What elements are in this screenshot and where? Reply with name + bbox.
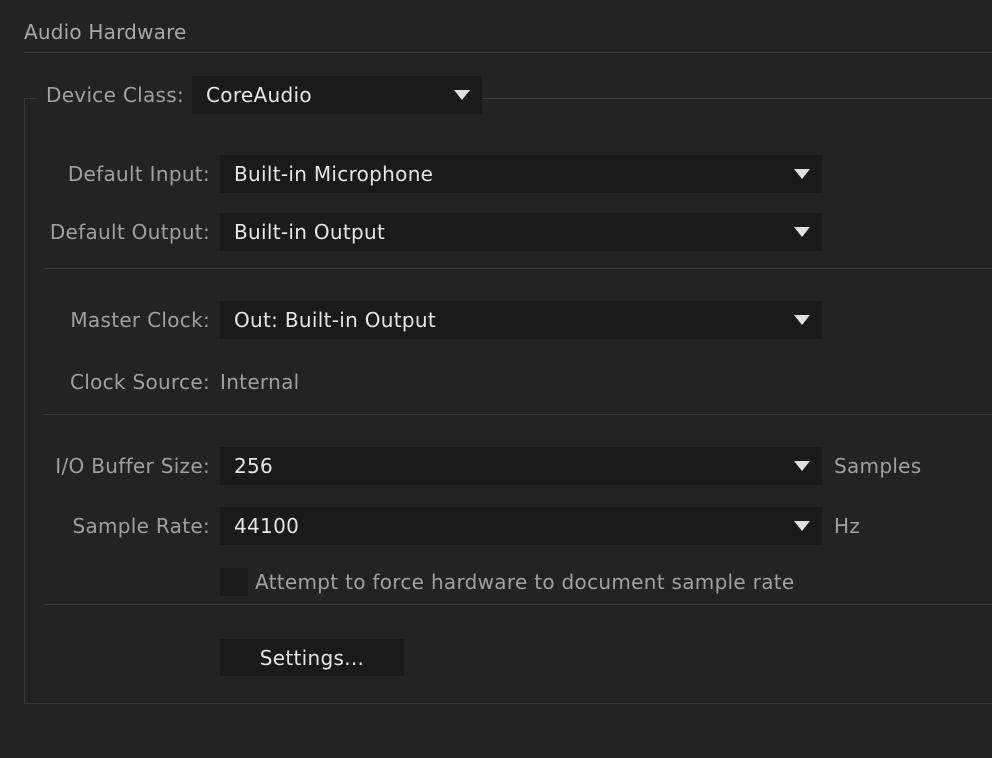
default-output-label: Default Output: [49, 220, 210, 244]
master-clock-label: Master Clock: [70, 308, 210, 332]
default-input-dropdown[interactable]: Built-in Microphone [220, 155, 822, 193]
section-title-divider [24, 52, 992, 53]
settings-button[interactable]: Settings... [220, 639, 404, 676]
sample-rate-label: Sample Rate: [72, 514, 210, 538]
device-class-value: CoreAudio [206, 83, 312, 107]
force-sample-rate-checkbox[interactable] [220, 568, 248, 596]
chevron-down-icon [794, 169, 810, 179]
section-title: Audio Hardware [24, 20, 187, 44]
default-output-dropdown[interactable]: Built-in Output [220, 213, 822, 251]
device-class-row: Device Class: CoreAudio [36, 76, 483, 114]
sample-rate-unit: Hz [834, 514, 861, 538]
divider [44, 414, 992, 415]
default-input-label: Default Input: [67, 162, 210, 186]
master-clock-value: Out: Built-in Output [234, 308, 436, 332]
chevron-down-icon [794, 315, 810, 325]
clock-source-value: Internal [220, 370, 300, 394]
buffer-size-dropdown[interactable]: 256 [220, 447, 822, 485]
chevron-down-icon [794, 227, 810, 237]
default-input-value: Built-in Microphone [234, 162, 434, 186]
buffer-size-value: 256 [234, 454, 274, 478]
chevron-down-icon [794, 461, 810, 471]
divider [44, 604, 992, 605]
chevron-down-icon [454, 90, 471, 100]
sample-rate-value: 44100 [234, 514, 300, 538]
master-clock-dropdown[interactable]: Out: Built-in Output [220, 301, 822, 339]
divider [44, 268, 992, 269]
device-class-dropdown[interactable]: CoreAudio [192, 76, 483, 114]
sample-rate-dropdown[interactable]: 44100 [220, 507, 822, 545]
buffer-size-label: I/O Buffer Size: [55, 454, 210, 478]
default-output-value: Built-in Output [234, 220, 386, 244]
device-class-label: Device Class: [46, 83, 185, 107]
buffer-size-unit: Samples [834, 454, 922, 478]
force-sample-rate-label[interactable]: Attempt to force hardware to document sa… [255, 570, 795, 594]
clock-source-label: Clock Source: [69, 370, 210, 394]
chevron-down-icon [794, 521, 810, 531]
